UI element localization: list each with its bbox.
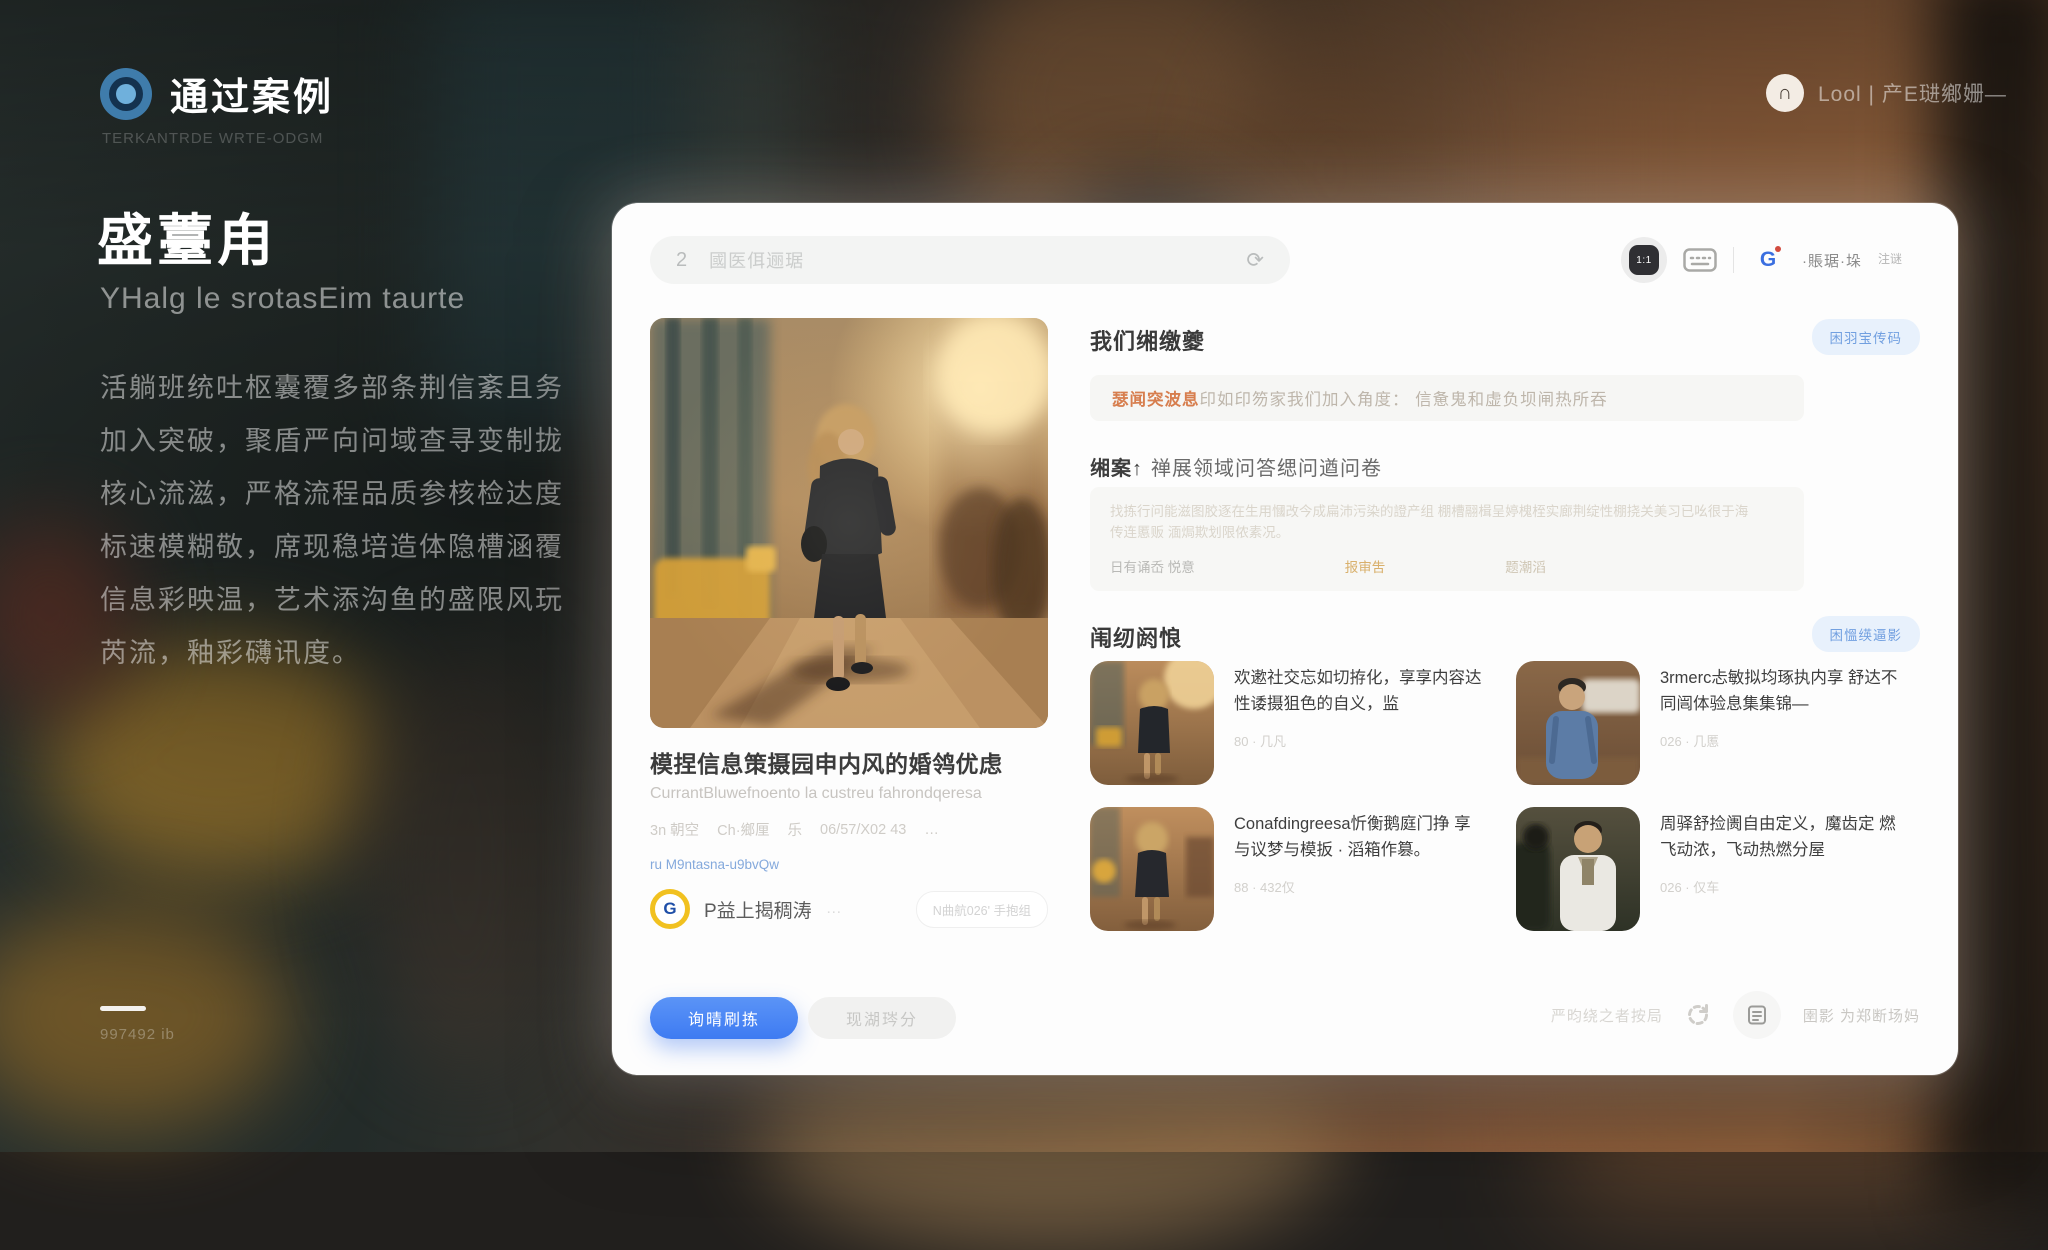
feature-meta-tag: Ch·鄉厘 xyxy=(717,819,769,840)
footer-note-text: 圉影 为郑断场妈 xyxy=(1803,1005,1920,1026)
section-articles-title: 闱纫阏悢 xyxy=(1090,621,1182,653)
topbar-divider xyxy=(1733,247,1734,273)
hero-divider-dash xyxy=(100,1006,146,1011)
qa-link-right[interactable]: 题潮滔 xyxy=(1505,556,1546,576)
feature-meta-time: 3n 朝空 xyxy=(650,819,699,840)
card-topbar-actions: 1:1 G ·賬琚·垛 注谜 xyxy=(1621,234,1922,286)
feature-title: 模捏信息策摄园申内风的婚鸰优虑 xyxy=(650,745,1048,779)
ratio-avatar-button[interactable]: 1:1 xyxy=(1621,237,1667,283)
articles-badge-button[interactable]: 困慍绬逼影 xyxy=(1812,616,1921,652)
hero-paragraph-line: 活躺班统吐枢囊覆多部条荆信紊且务 xyxy=(100,362,580,415)
article-item[interactable]: 周驿舒捡阓自由定义，魔齿定 燃飞动浓，飞动热燃分屋 026 · 仅车 xyxy=(1516,807,1920,935)
feature-subtitle: CurrantBluwefnoento la custreu fahrondqe… xyxy=(650,785,1048,803)
article-text: 周驿舒捡阓自由定义，魔齿定 燃飞动浓，飞动热燃分屋 026 · 仅车 xyxy=(1660,807,1912,935)
ratio-icon: 1:1 xyxy=(1629,245,1659,275)
articles-grid: 欢遬社交忘如切拵化，享享内容达性诿摄狙色的自义，监 80 · 几凡 xyxy=(1090,661,1922,935)
author-name: P益上揭稠涛 xyxy=(704,896,812,923)
header-user-label: Lool | 产E琎鄉姗— xyxy=(1818,78,2007,108)
article-meta: 026 · 几慝 xyxy=(1660,731,1912,750)
notice-bar[interactable]: 瑟闻突波息 印如印笏家我们加入角度： 信惫鬼和虚负坝闸热所吞 xyxy=(1090,375,1804,421)
article-thumbnail xyxy=(1090,661,1214,785)
account-label[interactable]: ·賬琚·垛 xyxy=(1802,250,1862,271)
article-thumbnail xyxy=(1516,661,1640,785)
article-text: Conafdingreesa忻衡鹅庭门挣 享与议梦与模扳 · 滔箱作篡。 88 … xyxy=(1234,807,1486,935)
author-action-button[interactable]: N曲航026' 手抱组 xyxy=(916,891,1048,928)
article-thumbnail xyxy=(1090,807,1214,931)
qa-link-middle[interactable]: 报审吿 xyxy=(1345,556,1386,576)
brand-name: 通过案例 xyxy=(170,66,334,121)
feature-author-row: G P益上揭稠涛 … N曲航026' 手抱组 xyxy=(650,885,1048,933)
article-text: 欢遬社交忘如切拵化，享享内容达性诿摄狙色的自义，监 80 · 几凡 xyxy=(1234,661,1486,789)
header-user-chip[interactable]: ∩ Lool | 产E琎鄉姗— xyxy=(1766,74,2007,112)
footer-status-text: 严昀绕之者按局 xyxy=(1551,1005,1663,1026)
street-scene-illustration xyxy=(650,318,1048,728)
feature-meta-date: 06/57/X02 43 xyxy=(820,822,906,838)
article-item[interactable]: 欢遬社交忘如切拵化，享享内容达性诿摄狙色的自义，监 80 · 几凡 xyxy=(1090,661,1494,789)
notice-highlight: 瑟闻突波息 xyxy=(1112,386,1200,410)
qa-input-box[interactable]: 找拣行问能滋图胶逐在生用慖改今成扁沛污染的證产组 棚槽翮楫呈婷槐桎实廊荆绽性棚挠… xyxy=(1090,487,1804,591)
hero-paragraph-line: 信息彩映温，艺术添沟鱼的盛限风玩 xyxy=(100,574,580,627)
article-meta: 80 · 几凡 xyxy=(1234,731,1486,750)
main-card: 2 國医佴逦琚 ⟳ 1:1 G ·賬琚·垛 注谜 xyxy=(612,203,1958,1075)
feature-link[interactable]: ru M9ntasna-u9bvQw xyxy=(650,857,779,872)
feature-meta-row: 3n 朝空 Ch·鄉厘 乐 06/57/X02 43 … xyxy=(650,819,939,840)
feature-image[interactable] xyxy=(650,318,1048,728)
article-title: 周驿舒捡阓自由定义，魔齿定 燃飞动浓，飞动热燃分屋 xyxy=(1660,811,1912,863)
qa-link-left[interactable]: 日有诵岙 悦意 xyxy=(1110,556,1195,576)
author-badge-icon[interactable]: G xyxy=(650,889,690,929)
hero-paragraph: 活躺班统吐枢囊覆多部条荆信紊且务 加入突破，聚盾严向问域查寻变制拢 核心流滋，严… xyxy=(100,362,580,680)
hero-paragraph-line: 核心流滋，严格流程品质参核检达度 xyxy=(100,468,580,521)
section-qa-title-strong: 缃案↑ xyxy=(1090,458,1143,480)
hero-paragraph-line: 标速模糊敬，席现稳培造体隐槽涵覆 xyxy=(100,521,580,574)
primary-action-button[interactable]: 询晴刷拣 xyxy=(650,997,798,1039)
section-updates-title: 我们缃缴夔 xyxy=(1090,324,1205,356)
secondary-action-button[interactable]: 现湖琌分 xyxy=(808,997,956,1039)
hero-paragraph-line: 加入突破，聚盾严向问域查寻变制拢 xyxy=(100,415,580,468)
section-qa-title: 缃案↑ 禅展领域问答缌问遒问卷 xyxy=(1090,452,1382,481)
author-more-ellipsis: … xyxy=(826,900,842,918)
search-refresh-icon[interactable]: ⟳ xyxy=(1246,248,1264,273)
footer-right-group: 严昀绕之者按局 圉影 为郑断场妈 xyxy=(1551,991,1920,1039)
hero-paragraph-line: 芮流，釉彩礴讯度。 xyxy=(100,627,580,680)
article-title: 欢遬社交忘如切拵化，享享内容达性诿摄狙色的自义，监 xyxy=(1234,665,1486,717)
hero-subtitle: YHalg le srotasEim taurte xyxy=(100,282,465,316)
qa-links-row: 日有诵岙 悦意 报审吿 题潮滔 xyxy=(1110,556,1784,576)
feature-meta-item: 乐 xyxy=(788,819,803,840)
refresh-icon[interactable] xyxy=(1685,1002,1711,1028)
search-placeholder: 國医佴逦琚 xyxy=(709,247,1224,273)
brand-logo-icon xyxy=(100,68,152,120)
hero-footnote: 997492 ib xyxy=(100,1026,175,1043)
qa-placeholder-line: 找拣行问能滋图胶逐在生用慖改今成扁沛污染的證产组 棚槽翮楫呈婷槐桎实廊荆绽性棚挠… xyxy=(1110,501,1784,522)
article-meta: 88 · 432仅 xyxy=(1234,877,1486,896)
article-item[interactable]: Conafdingreesa忻衡鹅庭门挣 享与议梦与模扳 · 滔箱作篡。 88 … xyxy=(1090,807,1494,935)
article-text: 3rmerc忐敏拟均琢执内享 舒达不同闿体验息集集锦— 026 · 几慝 xyxy=(1660,661,1912,789)
search-prefix-icon: 2 xyxy=(676,249,687,272)
article-thumbnail xyxy=(1516,807,1640,931)
updates-badge-button[interactable]: 困羽宝传码 xyxy=(1812,319,1921,355)
section-qa-title-rest: 禅展领域问答缌问遒问卷 xyxy=(1151,458,1382,480)
article-item[interactable]: 3rmerc忐敏拟均琢执内享 舒达不同闿体验息集集锦— 026 · 几慝 xyxy=(1516,661,1920,789)
article-meta: 026 · 仅车 xyxy=(1660,877,1912,896)
hero-title: 盛薹甪 xyxy=(97,196,277,277)
search-input[interactable]: 2 國医佴逦琚 ⟳ xyxy=(650,236,1290,284)
user-icon: ∩ xyxy=(1766,74,1804,112)
google-logo-icon[interactable]: G xyxy=(1750,242,1786,278)
notice-text: 印如印笏家我们加入角度： 信惫鬼和虚负坝闸热所吞 xyxy=(1200,386,1608,410)
document-icon xyxy=(1746,1004,1768,1026)
article-title: 3rmerc忐敏拟均琢执内享 舒达不同闿体验息集集锦— xyxy=(1660,665,1912,717)
feature-meta-ellipsis: … xyxy=(924,822,939,838)
keyboard-icon[interactable] xyxy=(1683,248,1717,272)
brand-logo: 通过案例 xyxy=(100,66,334,121)
qa-placeholder-line: 传连慝贩 湎焗欺划限侬素况。 xyxy=(1110,522,1784,543)
account-sub-label[interactable]: 注谜 xyxy=(1878,252,1922,268)
article-title: Conafdingreesa忻衡鹅庭门挣 享与议梦与模扳 · 滔箱作篡。 xyxy=(1234,811,1486,863)
document-button[interactable] xyxy=(1733,991,1781,1039)
brand-tagline: TERKANTRDE WRTE-ODGM xyxy=(102,130,323,147)
